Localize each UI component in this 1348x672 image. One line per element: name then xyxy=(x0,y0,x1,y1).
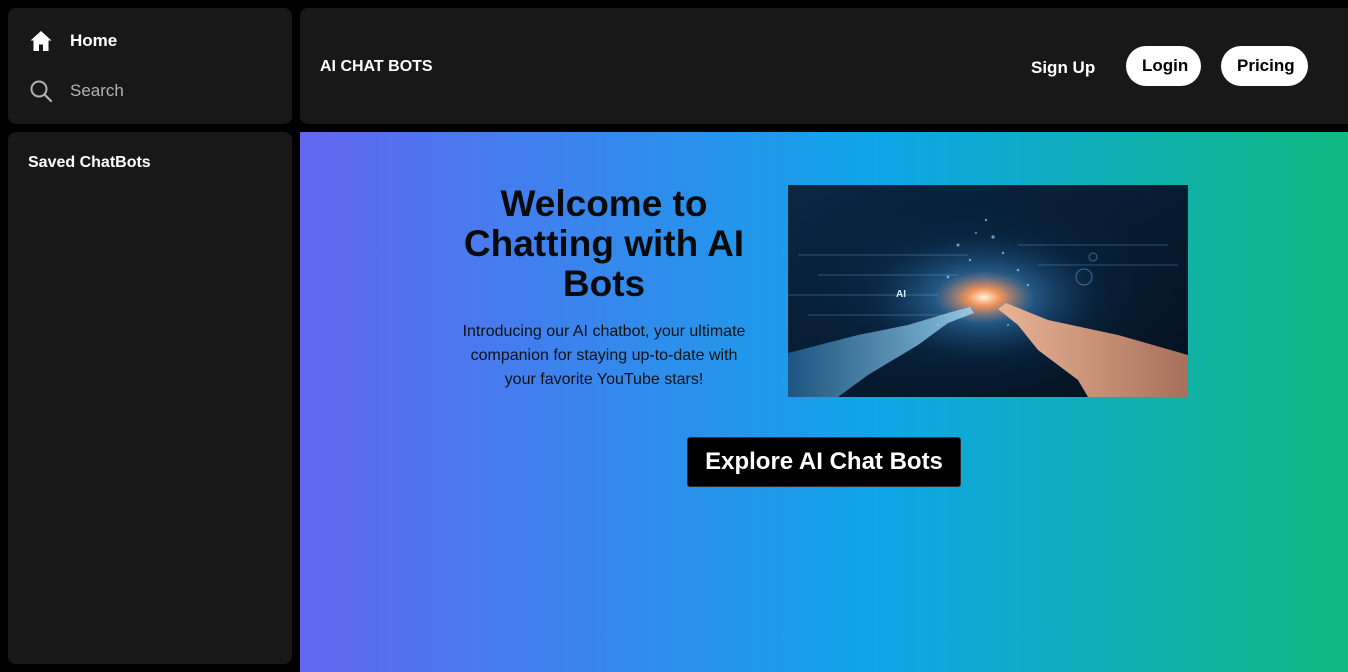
hero-title: Welcome to Chatting with AI Bots xyxy=(463,183,745,304)
saved-chatbots-title: Saved ChatBots xyxy=(28,154,151,171)
ai-hands-image: AI xyxy=(788,185,1188,397)
hero-section: Welcome to Chatting with AI Bots Introdu… xyxy=(300,132,1348,672)
sidebar-item-search[interactable]: Search xyxy=(28,78,124,104)
saved-chatbots-panel: Saved ChatBots xyxy=(8,132,292,664)
home-icon xyxy=(28,28,54,54)
login-button[interactable]: Login xyxy=(1126,46,1201,86)
sidebar-nav-panel: Home Search xyxy=(8,8,292,124)
explore-ai-chat-bots-button[interactable]: Explore AI Chat Bots xyxy=(687,437,961,487)
top-header: AI CHAT BOTS Sign Up Login Pricing xyxy=(300,8,1348,124)
sidebar-item-label: Search xyxy=(70,81,124,100)
image-ai-text: AI xyxy=(896,289,906,300)
sign-up-button[interactable]: Sign Up xyxy=(1025,57,1101,79)
sidebar-item-label: Home xyxy=(70,31,118,50)
sidebar-item-home[interactable]: Home xyxy=(28,28,117,54)
search-icon xyxy=(28,78,54,104)
hero-description: Introducing our AI chatbot, your ultimat… xyxy=(462,323,746,388)
brand-title: AI CHAT BOTS xyxy=(320,58,433,75)
pricing-button[interactable]: Pricing xyxy=(1221,46,1308,86)
